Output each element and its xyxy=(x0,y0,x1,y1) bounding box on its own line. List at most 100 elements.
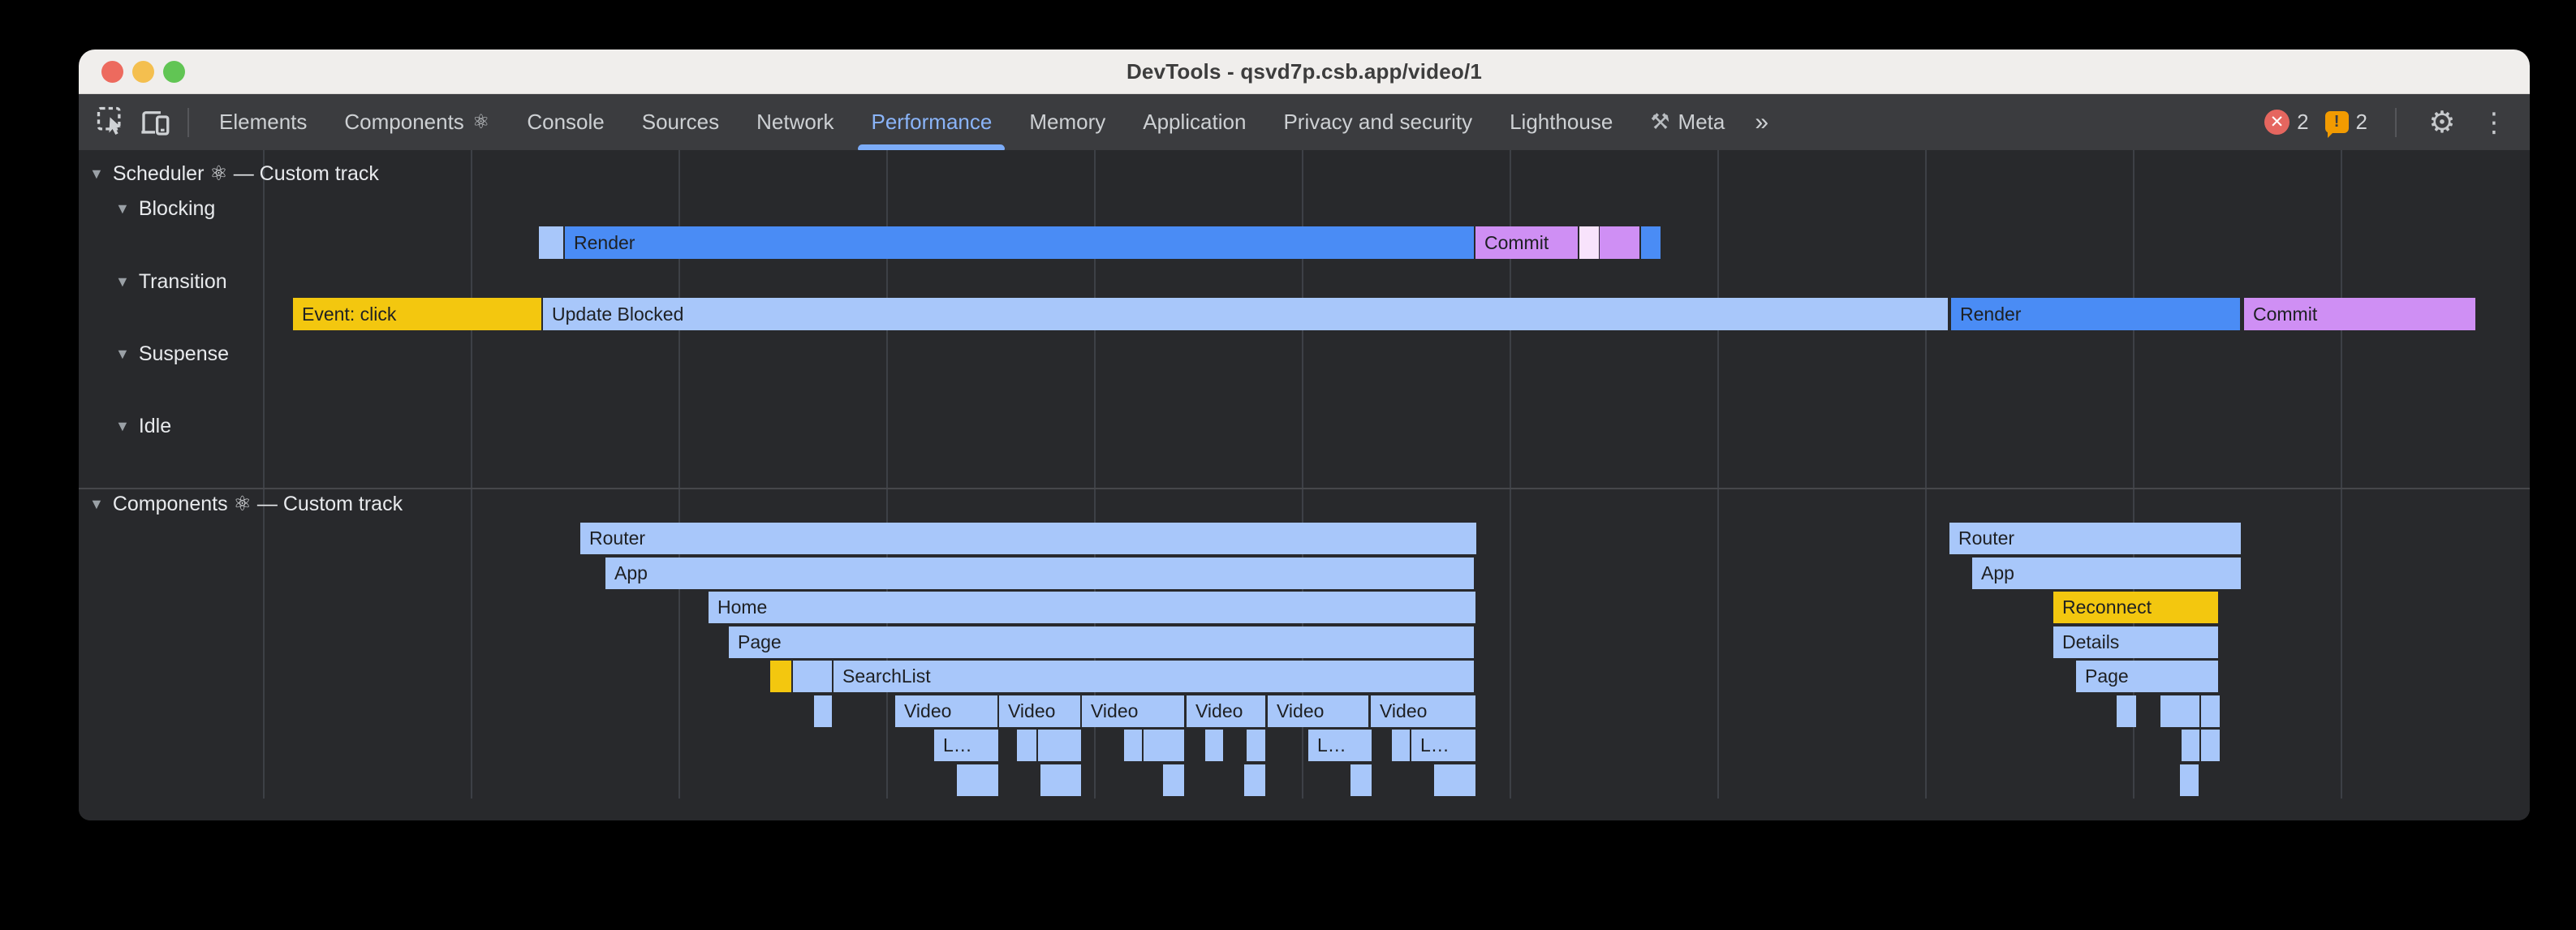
flame-bar-page[interactable]: Page xyxy=(2076,661,2218,692)
warning-badge[interactable]: ! 2 xyxy=(2325,110,2367,135)
flame-bar[interactable] xyxy=(957,764,998,796)
tab-elements[interactable]: Elements xyxy=(200,94,325,150)
more-tabs-button[interactable]: » xyxy=(1743,109,1781,136)
flame-bar[interactable] xyxy=(1434,764,1475,796)
flame-bar-label: Render xyxy=(565,232,635,253)
track-header-scheduler[interactable]: ▼Scheduler ⚛ — Custom track xyxy=(89,161,379,186)
flame-bar-render[interactable]: Render xyxy=(1951,298,2240,330)
tab-lighthouse[interactable]: Lighthouse xyxy=(1491,94,1631,150)
flame-bar-router[interactable]: Router xyxy=(1949,523,2241,554)
track-header-components[interactable]: ▼Components ⚛ — Custom track xyxy=(89,492,403,516)
flame-bar[interactable] xyxy=(2117,695,2136,727)
lane-transition[interactable]: ▼Transition xyxy=(115,269,227,294)
flame-bar[interactable] xyxy=(1144,730,1184,761)
lane-blocking[interactable]: ▼Blocking xyxy=(115,196,215,221)
flame-bar-video[interactable]: Video xyxy=(999,695,1080,727)
flame-bar-update-blocked[interactable]: Update Blocked xyxy=(543,298,1948,330)
flame-bar[interactable] xyxy=(1579,226,1599,259)
lane-suspense[interactable]: ▼ Suspense xyxy=(115,342,229,366)
toolbar-right: ✕ 2 ! 2 ⚙ ⋮ xyxy=(2264,105,2512,140)
tab-application[interactable]: Application xyxy=(1124,94,1264,150)
flame-bar-home[interactable]: Home xyxy=(709,592,1475,623)
flame-bar-l[interactable]: L… xyxy=(934,730,998,761)
tab-console[interactable]: Console xyxy=(508,94,622,150)
flame-bar-video[interactable]: Video xyxy=(1082,695,1184,727)
flame-bar-label: Event: click xyxy=(293,304,396,325)
flame-bar-details[interactable]: Details xyxy=(2053,626,2218,658)
flame-bar[interactable] xyxy=(770,661,791,692)
zoom-button[interactable] xyxy=(163,61,185,83)
hammer-wrench-icon: ⚒ xyxy=(1650,110,1669,135)
flame-bar-searchlist[interactable]: SearchList xyxy=(834,661,1474,692)
lane-suspense-label: Suspense xyxy=(139,342,229,366)
flame-bar[interactable] xyxy=(1163,764,1184,796)
tab-label: Application xyxy=(1143,110,1246,135)
flame-bar-label: Router xyxy=(1949,527,2014,549)
collapse-triangle-icon[interactable]: ▼ xyxy=(115,414,130,438)
error-badge[interactable]: ✕ 2 xyxy=(2264,110,2308,135)
flame-bar-l[interactable]: L… xyxy=(1308,730,1372,761)
flame-bar[interactable] xyxy=(1038,730,1081,761)
flame-bar[interactable] xyxy=(1350,764,1372,796)
flame-bar-label: Video xyxy=(999,700,1055,721)
flame-bar[interactable] xyxy=(1017,730,1036,761)
flame-bar[interactable] xyxy=(539,226,563,259)
collapse-triangle-icon[interactable]: ▼ xyxy=(115,196,130,221)
warning-icon: ! xyxy=(2325,111,2349,133)
tab-strip: ElementsComponents⚛ConsoleSourcesNetwork… xyxy=(200,94,1743,150)
collapse-triangle-icon[interactable]: ▼ xyxy=(89,492,104,516)
minimize-button[interactable] xyxy=(132,61,154,83)
flame-bar-reconnect[interactable]: Reconnect xyxy=(2053,592,2218,623)
settings-gear-button[interactable]: ⚙ xyxy=(2424,105,2460,140)
tab-privacy-and-security[interactable]: Privacy and security xyxy=(1264,94,1491,150)
flame-bar-app[interactable]: App xyxy=(1972,558,2241,589)
flame-bar-event-click[interactable]: Event: click xyxy=(293,298,541,330)
flame-bar-commit[interactable]: Commit xyxy=(1475,226,1578,259)
flame-bar-render[interactable]: Render xyxy=(565,226,1474,259)
inspect-element-button[interactable] xyxy=(92,101,134,144)
tab-performance[interactable]: Performance xyxy=(852,94,1010,150)
close-button[interactable] xyxy=(101,61,123,83)
flame-bar[interactable] xyxy=(1124,730,1142,761)
flame-bar[interactable] xyxy=(1600,226,1639,259)
tab-components[interactable]: Components⚛ xyxy=(325,94,508,150)
flame-bar[interactable] xyxy=(1040,764,1081,796)
more-options-menu-button[interactable]: ⋮ xyxy=(2476,106,2512,138)
flame-bar[interactable] xyxy=(814,695,832,727)
flame-bar[interactable] xyxy=(1392,730,1410,761)
flame-bar-router[interactable]: Router xyxy=(580,523,1476,554)
collapse-triangle-icon[interactable]: ▼ xyxy=(115,342,130,366)
flame-bar[interactable] xyxy=(1244,764,1265,796)
tab-sources[interactable]: Sources xyxy=(623,94,738,150)
flame-bar-label: L… xyxy=(1411,734,1450,756)
collapse-triangle-icon[interactable]: ▼ xyxy=(89,161,104,186)
flame-bar[interactable] xyxy=(1247,730,1265,761)
flame-bar-label: App xyxy=(1972,562,2014,583)
active-tab-underline xyxy=(858,144,1005,150)
flame-bar[interactable] xyxy=(1641,226,1661,259)
flame-bar-video[interactable]: Video xyxy=(1371,695,1475,727)
flame-bar[interactable] xyxy=(2182,730,2199,761)
flame-bar-l[interactable]: L… xyxy=(1411,730,1475,761)
collapse-triangle-icon[interactable]: ▼ xyxy=(115,269,130,294)
flame-bar[interactable] xyxy=(793,661,832,692)
flame-bar-app[interactable]: App xyxy=(605,558,1474,589)
error-count: 2 xyxy=(2297,110,2308,135)
flame-bar-page[interactable]: Page xyxy=(729,626,1474,658)
flame-bar[interactable] xyxy=(2160,695,2199,727)
flame-bar-commit[interactable]: Commit xyxy=(2244,298,2475,330)
flame-bar-video[interactable]: Video xyxy=(1187,695,1265,727)
flame-bar[interactable] xyxy=(1205,730,1223,761)
device-toolbar-button[interactable] xyxy=(134,101,176,144)
flame-bar[interactable] xyxy=(2180,764,2199,796)
flame-bar[interactable] xyxy=(2201,695,2220,727)
flame-bar-video[interactable]: Video xyxy=(1268,695,1368,727)
tab-meta[interactable]: ⚒Meta xyxy=(1631,94,1743,150)
lane-idle[interactable]: ▼Idle xyxy=(115,414,171,438)
flame-bar-label: L… xyxy=(1308,734,1346,756)
performance-flame-chart[interactable]: ▼Scheduler ⚛ — Custom track ▼Blocking ▼Tra… xyxy=(79,150,2530,820)
flame-bar-video[interactable]: Video xyxy=(895,695,997,727)
tab-memory[interactable]: Memory xyxy=(1010,94,1124,150)
flame-bar[interactable] xyxy=(2201,730,2220,761)
tab-network[interactable]: Network xyxy=(738,94,852,150)
